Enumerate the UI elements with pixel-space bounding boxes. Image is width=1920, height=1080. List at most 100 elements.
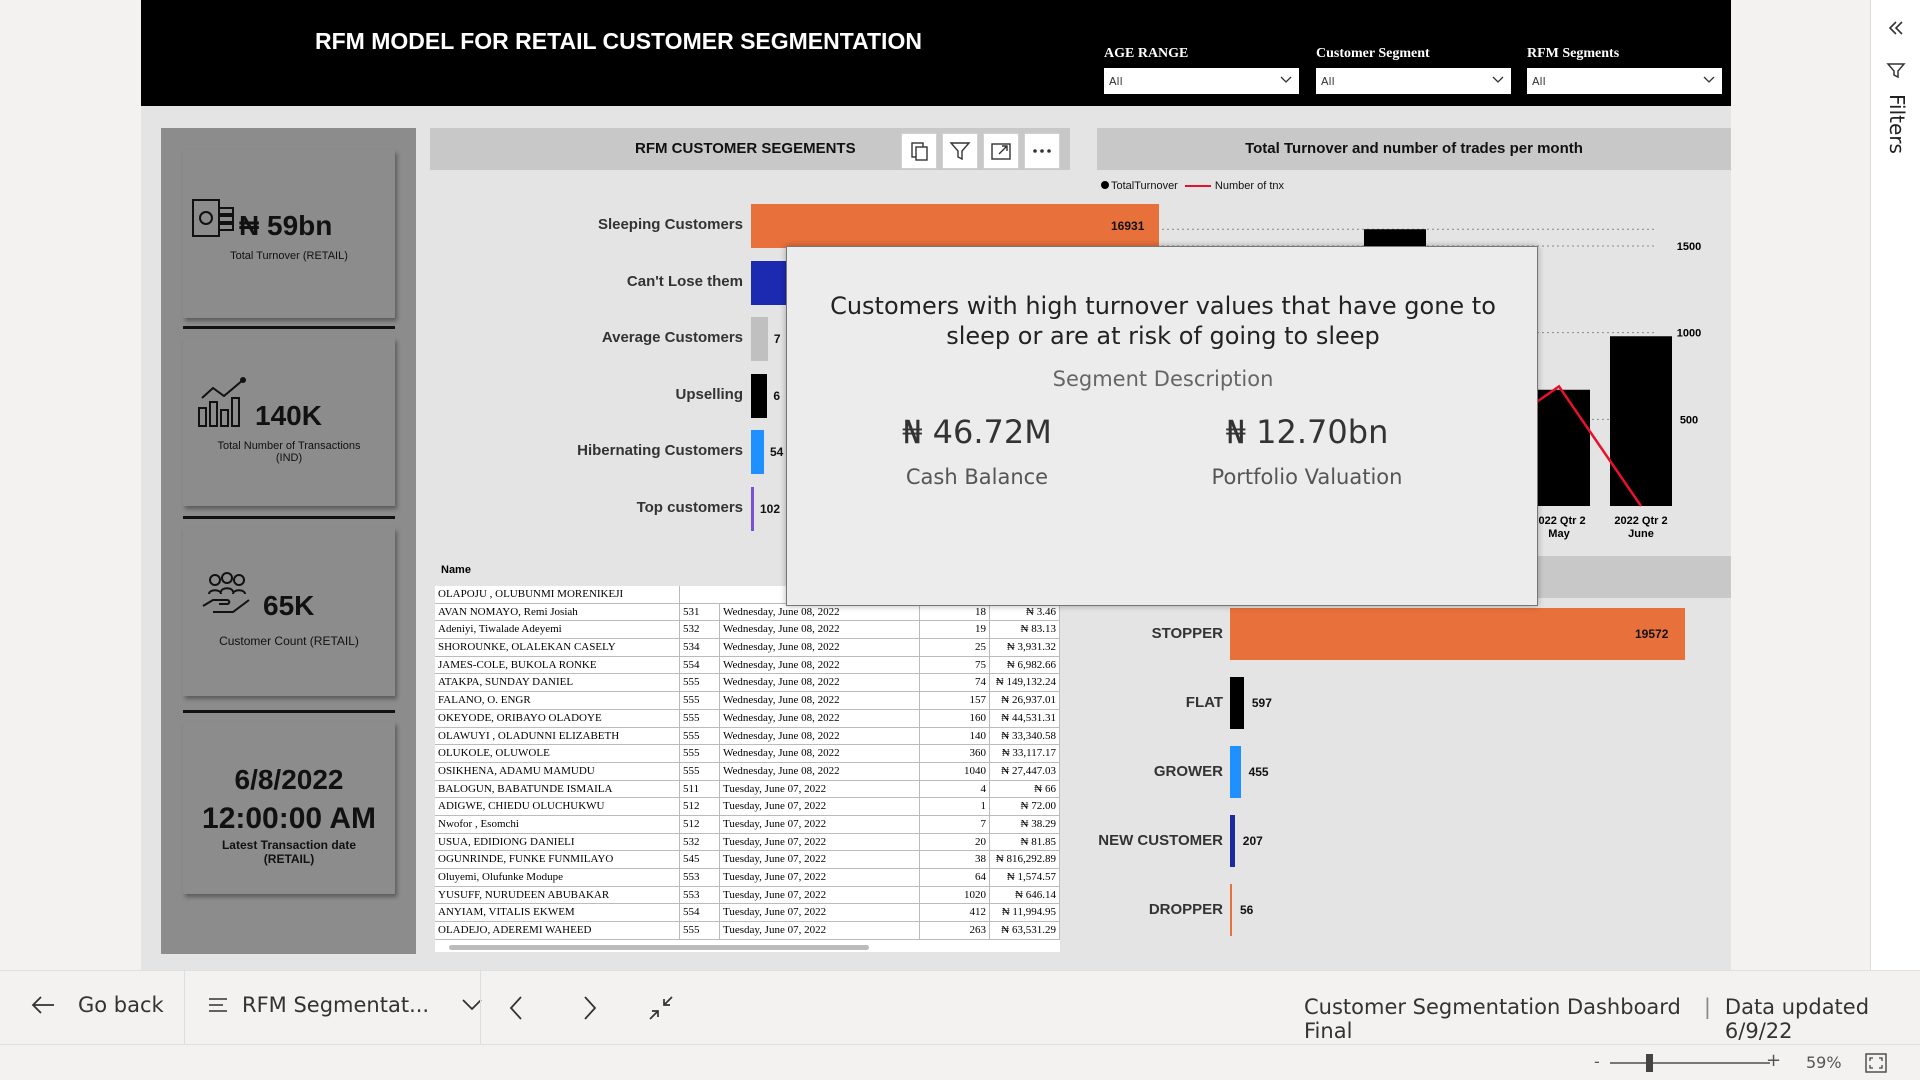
index-bar[interactable] bbox=[1230, 884, 1232, 936]
table-cell: Tuesday, June 07, 2022 bbox=[720, 780, 920, 798]
segment-label: Upselling bbox=[675, 385, 743, 403]
table-row[interactable]: AVAN NOMAYO, Remi Josiah 531 Wednesday, Ju… bbox=[435, 603, 1060, 622]
turnover-bar[interactable] bbox=[1610, 336, 1672, 506]
table-row[interactable]: ADIGWE, CHIEDU OLUCHUKWU 512 Tuesday, June… bbox=[435, 798, 1060, 816]
kpi-card-transactions[interactable]: 140K Total Number of Transactions (IND) bbox=[183, 338, 395, 506]
table-row[interactable]: OLUKOLE, OLUWOLE 555 Wednesday, June 08, 2… bbox=[435, 745, 1060, 763]
table-cell: OSIKHENA, ADAMU MAMUDU bbox=[435, 762, 680, 780]
table-row[interactable]: Adeniyi, Tiwalade Adeyemi 532 Wednesday, J… bbox=[435, 621, 1060, 640]
index-bar[interactable] bbox=[1230, 746, 1241, 798]
index-bar[interactable] bbox=[1230, 608, 1685, 660]
focus-mode-button[interactable] bbox=[983, 133, 1019, 169]
tooltip-portfolio-label: Portfolio Valuation bbox=[1211, 465, 1403, 489]
tooltip-description: Customers with high turnover values that… bbox=[830, 292, 1496, 350]
table-row[interactable]: Oluyemi, Olufunke Modupe 553 Tuesday, June… bbox=[435, 869, 1060, 887]
table-cell: ₦ 38.29 bbox=[990, 815, 1060, 833]
segment-bar[interactable] bbox=[751, 204, 1159, 248]
table-cell: 532 bbox=[680, 621, 720, 639]
segment-label: Average Customers bbox=[601, 329, 743, 346]
table-cell: 555 bbox=[680, 922, 720, 939]
legend-item[interactable]: TotalTurnover bbox=[1111, 180, 1178, 192]
kpi-label: Total Number of Transactions (IND) bbox=[217, 440, 361, 464]
zoom-slider-thumb[interactable] bbox=[1646, 1054, 1653, 1072]
table-row[interactable]: OLADEJO, ADEREMI WAHEED 555 Tuesday, June … bbox=[435, 922, 1060, 940]
page-selector[interactable]: RFM Segmentat... bbox=[208, 993, 483, 1017]
table-cell: 157 bbox=[920, 692, 990, 709]
index-label: DROPPER bbox=[1148, 901, 1223, 918]
slicer-label: AGE RANGE bbox=[1104, 46, 1189, 61]
table-cell: Nwofor , Esomchi bbox=[435, 815, 680, 833]
table-row[interactable]: JAMES-COLE, BUKOLA RONKE 554 Wednesday, Ju… bbox=[435, 656, 1060, 675]
table-cell: SHOROUNKE, OLALEKAN CASELY bbox=[435, 639, 680, 656]
previous-page-icon[interactable] bbox=[508, 995, 524, 1021]
table-cell: Tuesday, June 07, 2022 bbox=[720, 798, 920, 815]
turnover-chart-title: Total Turnover and number of trades per … bbox=[1097, 128, 1731, 170]
next-page-icon[interactable] bbox=[582, 995, 598, 1021]
customer-segment-dropdown[interactable]: All bbox=[1316, 68, 1511, 94]
segment-value-label: 102 bbox=[760, 501, 781, 516]
segment-bar[interactable] bbox=[751, 317, 768, 361]
table-cell: AVAN NOMAYO, Remi Josiah bbox=[435, 603, 680, 621]
kpi-card-customers[interactable]: 65K Customer Count (RETAIL) bbox=[183, 528, 395, 696]
fit-to-page-icon[interactable] bbox=[1865, 1053, 1887, 1073]
table-cell: Adeniyi, Tiwalade Adeyemi bbox=[435, 621, 680, 639]
table-scrollbar[interactable] bbox=[449, 945, 869, 950]
filters-label[interactable]: Filters bbox=[1885, 94, 1909, 154]
table-cell: 263 bbox=[920, 922, 990, 939]
rfm-segments-dropdown[interactable]: All bbox=[1527, 68, 1722, 94]
table-row[interactable]: YUSUFF, NURUDEEN ABUBAKAR 553 Tuesday, Jun… bbox=[435, 886, 1060, 905]
zoom-in-button[interactable]: + bbox=[1766, 1050, 1781, 1071]
table-row[interactable]: USUA, EDIDIONG DANIELI 532 Tuesday, June 0… bbox=[435, 833, 1060, 852]
segment-bar[interactable] bbox=[751, 373, 768, 418]
segment-bar[interactable] bbox=[751, 430, 764, 474]
table-row[interactable]: FALANO, O. ENGR 555 Wednesday, June 08, 20… bbox=[435, 692, 1060, 710]
more-options-button[interactable] bbox=[1024, 133, 1060, 169]
legend-line-icon bbox=[1184, 185, 1211, 188]
zoom-slider[interactable] bbox=[1610, 1062, 1770, 1064]
table-row[interactable]: OLAWUYI , OLADUNNI ELIZABETH 555 Wednesday… bbox=[435, 727, 1060, 746]
turnover-legend: TotalTurnover Number of tnx bbox=[1101, 180, 1284, 192]
table-row[interactable]: ATAKPA, SUNDAY DANIEL 555 Wednesday, June … bbox=[435, 674, 1060, 693]
x-tick-label: 2022 Qtr 2 bbox=[1614, 515, 1667, 527]
report-name: Customer Segmentation Dashboard Final bbox=[1304, 995, 1681, 1043]
table-cell: FALANO, O. ENGR bbox=[435, 692, 680, 709]
segment-bar[interactable] bbox=[751, 486, 754, 531]
zoom-level: 59% bbox=[1806, 1053, 1842, 1072]
table-cell: Wednesday, June 08, 2022 bbox=[720, 603, 920, 621]
y-right-tick: 1000 bbox=[1677, 328, 1701, 340]
table-cell: 555 bbox=[680, 674, 720, 692]
table-cell: ₦ 816,292.89 bbox=[990, 851, 1060, 868]
table-cell: 4 bbox=[920, 780, 990, 798]
table-row[interactable]: Nwofor , Esomchi 512 Tuesday, June 07, 202… bbox=[435, 815, 1060, 834]
age-range-dropdown[interactable]: All bbox=[1104, 68, 1299, 94]
filters-pane-collapsed[interactable]: Filters bbox=[1870, 0, 1920, 970]
filter-visual-button[interactable] bbox=[942, 133, 978, 169]
table-row[interactable]: BALOGUN, BABATUNDE ISMAILA 511 Tuesday, Ju… bbox=[435, 780, 1060, 799]
kpi-card-turnover[interactable]: ₦ 59bn Total Turnover (RETAIL) bbox=[183, 150, 395, 318]
table-cell: ₦ 6,982.66 bbox=[990, 656, 1060, 674]
index-bar[interactable] bbox=[1230, 677, 1244, 729]
table-cell: ₦ 66 bbox=[990, 780, 1060, 798]
double-chevron-left-icon[interactable] bbox=[1886, 18, 1906, 38]
go-back-button[interactable]: Go back bbox=[30, 993, 164, 1017]
table-row[interactable]: OSIKHENA, ADAMU MAMUDU 555 Wednesday, June… bbox=[435, 762, 1060, 781]
menu-lines-icon bbox=[209, 998, 227, 1012]
table-cell: OKEYODE, ORIBAYO OLADOYE bbox=[435, 709, 680, 727]
zoom-out-button[interactable]: - bbox=[1594, 1052, 1600, 1071]
customers-hand-icon bbox=[202, 572, 250, 613]
table-row[interactable]: OGUNRINDE, FUNKE FUNMILAYO 545 Tuesday, Ju… bbox=[435, 851, 1060, 869]
table-row[interactable]: SHOROUNKE, OLALEKAN CASELY 534 Wednesday, … bbox=[435, 639, 1060, 657]
exit-fullscreen-icon[interactable] bbox=[648, 995, 674, 1021]
table-row[interactable]: OKEYODE, ORIBAYO OLADOYE 555 Wednesday, Ju… bbox=[435, 709, 1060, 728]
chevron-down-icon bbox=[1703, 76, 1715, 83]
chevron-down-icon bbox=[1280, 76, 1292, 83]
table-row[interactable]: ANYIAM, VITALIS EKWEM 554 Tuesday, June 07… bbox=[435, 904, 1060, 923]
table-body: AVAN NOMAYO, Remi Josiah 531 Wednesday, Ju… bbox=[435, 603, 1060, 940]
kpi-card-latest-date[interactable]: 6/8/2022 12:00:00 AM Latest Transaction … bbox=[183, 722, 395, 894]
copy-visual-button[interactable] bbox=[901, 133, 937, 169]
table-cell: Wednesday, June 08, 2022 bbox=[720, 762, 920, 780]
table-cell: Wednesday, June 08, 2022 bbox=[720, 745, 920, 762]
index-bar[interactable] bbox=[1230, 815, 1235, 867]
divider bbox=[184, 971, 185, 1045]
legend-item[interactable]: Number of tnx bbox=[1215, 180, 1284, 192]
